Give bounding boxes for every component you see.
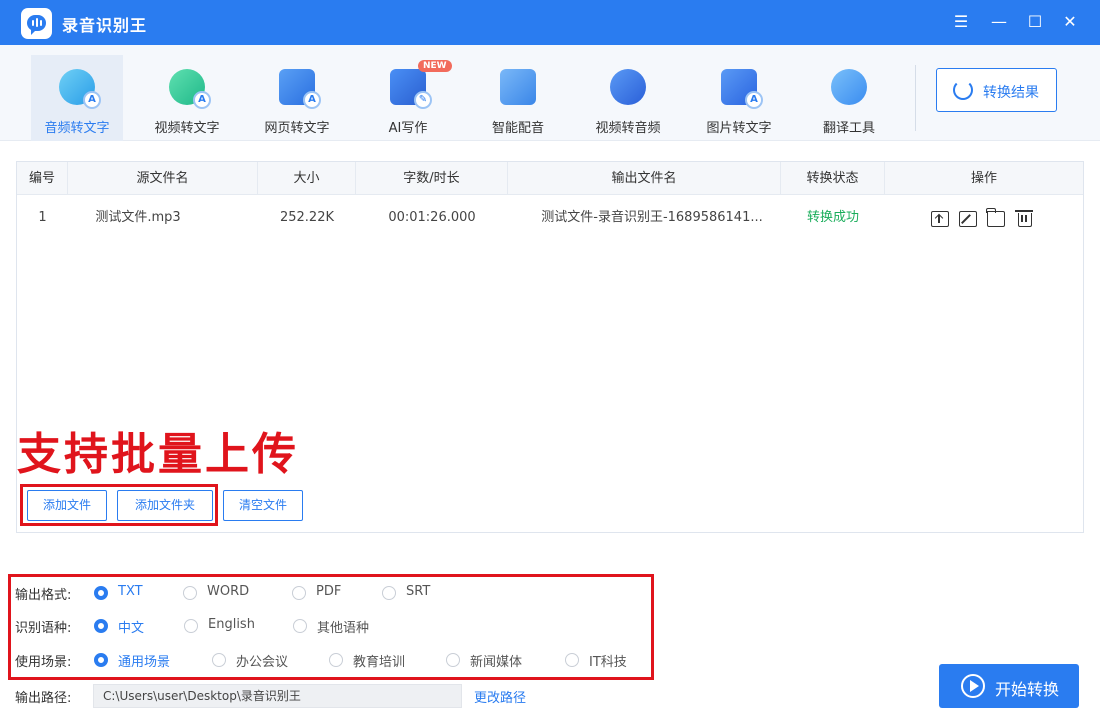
toolbar-divider [915, 65, 916, 131]
format-txt-label[interactable]: TXT [118, 584, 143, 599]
minimize-button[interactable]: — [987, 10, 1011, 34]
close-button[interactable]: ✕ [1058, 10, 1082, 34]
start-conversion-button[interactable]: 开始转换 [939, 664, 1079, 708]
output-path-label: 输出路径: [15, 691, 72, 706]
tool-webpage-to-text[interactable]: A 网页转文字 [251, 55, 343, 141]
tool-audio-to-text[interactable]: A 音频转文字 [31, 55, 123, 141]
clear-files-button[interactable]: 清空文件 [223, 490, 303, 521]
scene-media-radio[interactable] [446, 653, 460, 667]
scene-general-radio[interactable] [94, 653, 108, 667]
folder-icon[interactable] [986, 208, 1005, 227]
col-duration: 字数/时长 [356, 162, 508, 195]
webpage-to-text-icon: A [279, 69, 321, 109]
tool-translate[interactable]: 翻译工具 [803, 55, 895, 141]
tool-label: AI写作 [388, 121, 428, 136]
translate-icon [831, 69, 867, 105]
language-chinese-label[interactable]: 中文 [118, 617, 144, 636]
add-folder-button[interactable]: 添加文件夹 [117, 490, 213, 521]
scene-office-label[interactable]: 办公会议 [236, 651, 288, 670]
menu-icon[interactable]: ☰ [949, 10, 973, 34]
tool-label: 翻译工具 [822, 121, 875, 136]
play-icon [961, 674, 985, 698]
scene-it-radio[interactable] [565, 653, 579, 667]
col-index: 编号 [17, 162, 68, 195]
start-conversion-label: 开始转换 [995, 680, 1060, 699]
row-status: 转换成功 [806, 210, 859, 225]
language-english-label[interactable]: English [208, 617, 255, 632]
tool-label: 音频转文字 [44, 121, 110, 136]
language-other-label[interactable]: 其他语种 [317, 617, 369, 636]
table-header: 编号 源文件名 大小 字数/时长 输出文件名 转换状态 操作 [17, 162, 1083, 195]
tool-image-to-text[interactable]: A 图片转文字 [693, 55, 785, 141]
scene-label: 使用场景: [15, 655, 72, 670]
format-pdf-label[interactable]: PDF [316, 584, 341, 599]
tool-label: 视频转音频 [595, 121, 661, 136]
scene-it-label[interactable]: IT科技 [589, 651, 627, 670]
scene-office-radio[interactable] [212, 653, 226, 667]
change-path-link[interactable]: 更改路径 [474, 687, 526, 706]
tool-label: 网页转文字 [264, 121, 330, 136]
language-chinese-radio[interactable] [94, 619, 108, 633]
format-word-radio[interactable] [183, 586, 197, 600]
edit-icon[interactable] [959, 211, 977, 227]
tool-video-to-text[interactable]: A 视频转文字 [141, 55, 233, 141]
format-srt-label[interactable]: SRT [406, 584, 430, 599]
row-duration: 00:01:26.000 [388, 210, 476, 225]
conversion-result-button[interactable]: 转换结果 [936, 68, 1057, 112]
output-path-field[interactable]: C:\Users\user\Desktop\录音识别王 [93, 684, 462, 708]
ai-writing-icon: ✎ [390, 69, 432, 109]
row-output: 测试文件-录音识别王-1689586141... [541, 210, 763, 225]
tool-label: 智能配音 [491, 121, 544, 136]
row-size: 252.22K [279, 210, 334, 225]
col-source: 源文件名 [68, 162, 258, 195]
col-status: 转换状态 [781, 162, 885, 195]
col-actions: 操作 [970, 171, 997, 186]
maximize-button[interactable]: ☐ [1023, 10, 1047, 34]
batch-upload-annotation: 支持批量上传 [17, 429, 299, 480]
video-to-audio-icon [610, 69, 646, 105]
format-txt-radio[interactable] [94, 586, 108, 600]
tool-label: 图片转文字 [706, 121, 772, 136]
language-english-radio[interactable] [184, 619, 198, 633]
language-other-radio[interactable] [293, 619, 307, 633]
upload-icon[interactable] [931, 211, 949, 227]
format-word-label[interactable]: WORD [207, 584, 249, 599]
table-row[interactable]: 1 测试文件.mp3 252.22K 00:01:26.000 测试文件-录音识… [17, 198, 1083, 238]
audio-to-text-icon: A [59, 69, 101, 109]
scene-media-label[interactable]: 新闻媒体 [470, 651, 522, 670]
tool-ai-writing[interactable]: ✎ NEW AI写作 [362, 55, 454, 141]
image-to-text-icon: A [721, 69, 763, 109]
title-bar: 录音识别王 ☰ — ☐ ✕ [0, 0, 1100, 45]
tool-video-to-audio[interactable]: 视频转音频 [582, 55, 674, 141]
video-to-text-icon: A [169, 69, 211, 109]
delete-icon[interactable] [1015, 210, 1033, 227]
add-file-button[interactable]: 添加文件 [27, 490, 107, 521]
col-output: 输出文件名 [508, 162, 781, 195]
col-size: 大小 [258, 162, 356, 195]
scene-education-radio[interactable] [329, 653, 343, 667]
refresh-icon [953, 80, 973, 100]
tool-label: 视频转文字 [154, 121, 220, 136]
feature-toolbar: A 音频转文字 A 视频转文字 A 网页转文字 ✎ NEW AI写作 智能配音 … [0, 45, 1100, 141]
scene-education-label[interactable]: 教育培训 [353, 651, 405, 670]
tool-smart-dubbing[interactable]: 智能配音 [472, 55, 564, 141]
smart-dubbing-icon [500, 69, 536, 105]
format-srt-radio[interactable] [382, 586, 396, 600]
conversion-result-label: 转换结果 [983, 85, 1039, 101]
scene-general-label[interactable]: 通用场景 [118, 651, 170, 670]
app-logo-icon [21, 8, 52, 39]
app-title: 录音识别王 [62, 16, 148, 35]
row-index: 1 [38, 210, 47, 225]
output-format-label: 输出格式: [15, 588, 72, 603]
language-label: 识别语种: [15, 621, 72, 636]
row-source: 测试文件.mp3 [95, 210, 181, 225]
new-badge: NEW [418, 60, 452, 72]
file-list-panel: 编号 源文件名 大小 字数/时长 输出文件名 转换状态 操作 1 测试文件.mp… [16, 161, 1084, 533]
format-pdf-radio[interactable] [292, 586, 306, 600]
